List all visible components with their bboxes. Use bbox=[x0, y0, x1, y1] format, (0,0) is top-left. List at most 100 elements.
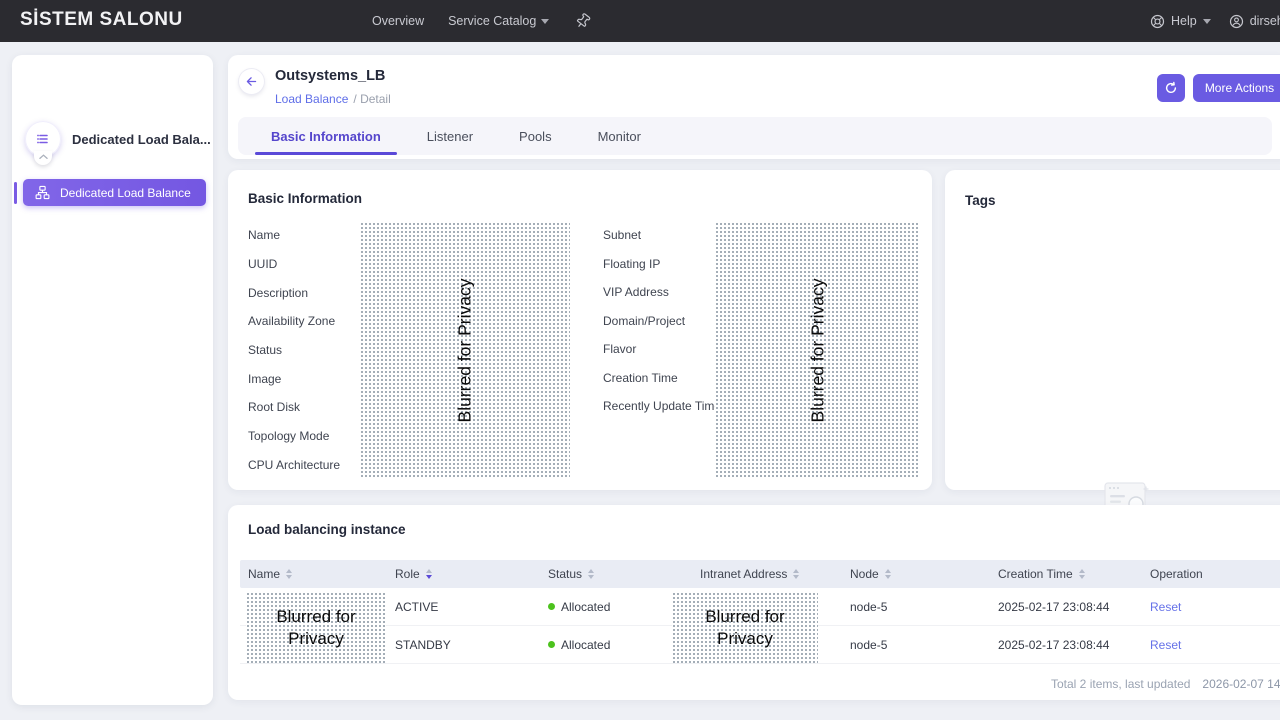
sidebar-collapse-button[interactable] bbox=[34, 151, 52, 165]
tags-title: Tags bbox=[965, 193, 996, 208]
sidebar: Dedicated Load Bala... Dedicated Load Ba… bbox=[12, 55, 213, 705]
basic-info-right-labels: Subnet Floating IP VIP Address Domain/Pr… bbox=[603, 221, 721, 421]
user-name: dirsehan bbox=[1250, 14, 1280, 28]
field-label-domain-project: Domain/Project bbox=[603, 307, 721, 336]
cell-node: node-5 bbox=[850, 638, 998, 652]
refresh-button[interactable] bbox=[1157, 74, 1185, 102]
instances-title: Load balancing instance bbox=[248, 522, 406, 537]
chevron-down-icon bbox=[1203, 19, 1211, 24]
sort-icon[interactable] bbox=[286, 569, 292, 579]
field-label-name: Name bbox=[248, 221, 340, 250]
blurred-values-right: Blurred for Privacy bbox=[715, 222, 920, 478]
status-dot-icon bbox=[548, 603, 555, 610]
sort-icon[interactable] bbox=[1079, 569, 1085, 579]
blurred-values-left: Blurred for Privacy bbox=[360, 222, 570, 478]
active-item-accent-bar bbox=[14, 182, 17, 204]
tab-pools[interactable]: Pools bbox=[513, 117, 558, 155]
help-icon bbox=[1150, 14, 1165, 29]
user-menu[interactable]: dirsehan bbox=[1229, 14, 1280, 29]
chevron-down-icon bbox=[541, 19, 549, 24]
cell-creation-time: 2025-02-17 23:08:44 bbox=[998, 600, 1150, 614]
status-label: Allocated bbox=[561, 600, 610, 614]
table-header: Name Role Status Intranet Address Node C… bbox=[240, 560, 1280, 588]
cell-node: node-5 bbox=[850, 600, 998, 614]
sidebar-item-dedicated-load-balance[interactable]: Dedicated Load Balance bbox=[23, 179, 206, 206]
blurred-intranet-column: Blurred for Privacy bbox=[672, 592, 818, 663]
column-role-label: Role bbox=[395, 567, 420, 581]
sort-icon[interactable] bbox=[885, 569, 891, 579]
instances-card: Load balancing instance Name Role Status… bbox=[228, 505, 1280, 700]
detail-tabs: Basic Information Listener Pools Monitor bbox=[238, 117, 1272, 155]
more-actions-label: More Actions bbox=[1205, 81, 1274, 95]
arrow-left-icon bbox=[245, 75, 258, 88]
status-dot-icon bbox=[548, 641, 555, 648]
detail-header: Outsystems_LB Load Balance / Detail More… bbox=[228, 55, 1280, 159]
field-label-cpu-architecture: CPU Architecture bbox=[248, 451, 340, 480]
blurred-privacy-text: Blurred for bbox=[276, 606, 355, 627]
blurred-privacy-text: Blurred for Privacy bbox=[807, 278, 828, 422]
more-actions-button[interactable]: More Actions bbox=[1193, 74, 1280, 102]
nav-service-catalog[interactable]: Service Catalog bbox=[448, 14, 549, 28]
column-intranet-address-label: Intranet Address bbox=[700, 567, 787, 581]
column-intranet-address: Intranet Address bbox=[700, 567, 850, 581]
field-label-availability-zone: Availability Zone bbox=[248, 307, 340, 336]
basic-information-card: Basic Information Name UUID Description … bbox=[228, 170, 932, 490]
basic-info-left-labels: Name UUID Description Availability Zone … bbox=[248, 221, 340, 479]
sidebar-title: Dedicated Load Bala... bbox=[72, 132, 211, 147]
status-label: Allocated bbox=[561, 638, 610, 652]
pin-button[interactable] bbox=[575, 13, 591, 29]
cell-role: STANDBY bbox=[395, 638, 548, 652]
column-creation-time: Creation Time bbox=[998, 567, 1150, 581]
back-button[interactable] bbox=[239, 69, 264, 94]
breadcrumb-link[interactable]: Load Balance bbox=[275, 92, 348, 106]
reset-link[interactable]: Reset bbox=[1150, 600, 1181, 614]
topbar: SİSTEM SALONU Overview Service Catalog H… bbox=[0, 0, 1280, 42]
cell-role: ACTIVE bbox=[395, 600, 548, 614]
column-node: Node bbox=[850, 567, 998, 581]
nav-overview[interactable]: Overview bbox=[372, 14, 424, 28]
page-title: Outsystems_LB bbox=[275, 68, 385, 84]
chevron-up-icon bbox=[39, 154, 48, 160]
sort-icon[interactable] bbox=[793, 569, 799, 579]
pin-icon bbox=[572, 10, 594, 32]
sort-icon[interactable] bbox=[588, 569, 594, 579]
column-operation-label: Operation bbox=[1150, 567, 1203, 581]
reset-link[interactable]: Reset bbox=[1150, 638, 1181, 652]
table-footer: Total 2 items, last updated 2026-02-07 1… bbox=[1051, 677, 1280, 691]
field-label-image: Image bbox=[248, 364, 340, 393]
field-label-vip-address: VIP Address bbox=[603, 278, 721, 307]
blurred-name-column: Blurred for Privacy bbox=[246, 592, 386, 663]
column-status: Status bbox=[548, 567, 700, 581]
tab-monitor[interactable]: Monitor bbox=[592, 117, 647, 155]
field-label-recently-update-time: Recently Update Time bbox=[603, 392, 721, 421]
help-menu[interactable]: Help bbox=[1150, 14, 1211, 29]
tags-card: Tags No Data bbox=[945, 170, 1280, 490]
nav-overview-label: Overview bbox=[372, 14, 424, 28]
sort-icon-descending-active[interactable] bbox=[426, 569, 432, 579]
sidebar-item-label: Dedicated Load Balance bbox=[60, 186, 191, 200]
column-operation: Operation bbox=[1150, 567, 1280, 581]
tab-basic-information[interactable]: Basic Information bbox=[265, 117, 387, 155]
sidebar-header: Dedicated Load Bala... bbox=[25, 121, 211, 157]
basic-information-title: Basic Information bbox=[248, 191, 362, 206]
column-creation-time-label: Creation Time bbox=[998, 567, 1073, 581]
user-avatar-icon bbox=[1229, 14, 1244, 29]
field-label-root-disk: Root Disk bbox=[248, 393, 340, 422]
nav-service-catalog-label: Service Catalog bbox=[448, 14, 536, 28]
field-label-creation-time: Creation Time bbox=[603, 364, 721, 393]
field-label-description: Description bbox=[248, 278, 340, 307]
app-logo: SİSTEM SALONU bbox=[20, 9, 183, 31]
field-label-flavor: Flavor bbox=[603, 335, 721, 364]
top-navigation: Overview Service Catalog bbox=[372, 0, 591, 42]
refresh-icon bbox=[1164, 81, 1178, 95]
header-actions: More Actions bbox=[1157, 74, 1280, 102]
cell-creation-time: 2025-02-17 23:08:44 bbox=[998, 638, 1150, 652]
last-updated-timestamp: 2026-02-07 14:34:3 bbox=[1202, 677, 1280, 691]
blurred-privacy-text: Blurred for Privacy bbox=[455, 278, 476, 422]
field-label-topology-mode: Topology Mode bbox=[248, 422, 340, 451]
column-node-label: Node bbox=[850, 567, 879, 581]
tab-listener[interactable]: Listener bbox=[421, 117, 479, 155]
blurred-privacy-text: Blurred for bbox=[705, 606, 784, 627]
field-label-status: Status bbox=[248, 336, 340, 365]
help-label: Help bbox=[1171, 14, 1197, 28]
